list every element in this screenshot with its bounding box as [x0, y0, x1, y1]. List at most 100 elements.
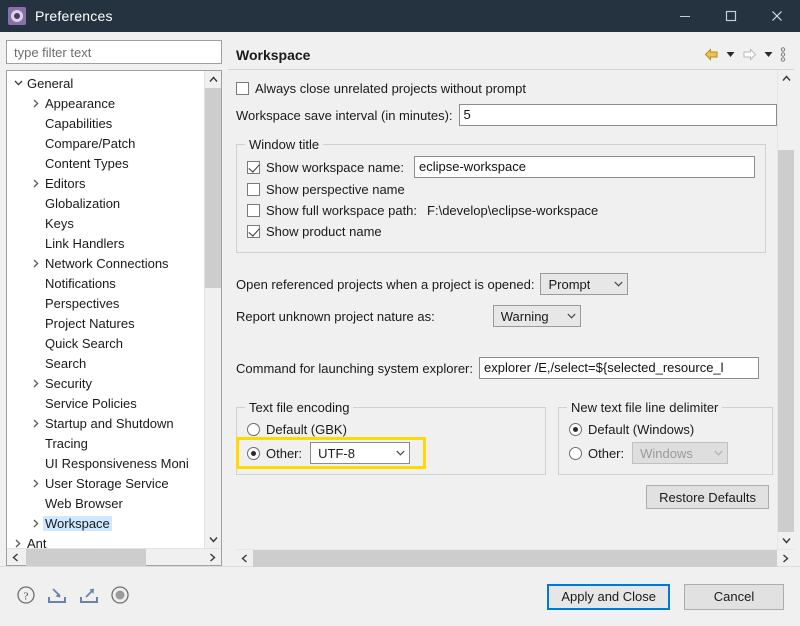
page-hscroll-thumb[interactable] — [253, 550, 777, 567]
sidebar-item-search[interactable]: Search — [7, 353, 204, 373]
scroll-up-icon[interactable] — [778, 70, 794, 87]
sidebar-item-service-policies[interactable]: Service Policies — [7, 393, 204, 413]
help-icon[interactable]: ? — [16, 585, 36, 608]
sidebar-item-ui-responsiveness-moni[interactable]: UI Responsiveness Moni — [7, 453, 204, 473]
save-interval-input[interactable]: 5 — [459, 104, 777, 126]
encoding-default-row[interactable]: Default (GBK) — [247, 418, 535, 440]
show-workspace-name-row[interactable]: Show workspace name: eclipse-workspace — [247, 155, 755, 179]
sidebar-item-general[interactable]: General — [7, 73, 204, 93]
sidebar-item-label: Link Handlers — [43, 236, 127, 251]
page-hscroll-track[interactable] — [253, 550, 777, 567]
sidebar-item-web-browser[interactable]: Web Browser — [7, 493, 204, 513]
delimiter-other-row[interactable]: Other: Windows — [569, 440, 762, 466]
sidebar-item-capabilities[interactable]: Capabilities — [7, 113, 204, 133]
sidebar-item-startup-and-shutdown[interactable]: Startup and Shutdown — [7, 413, 204, 433]
chevron-right-icon[interactable] — [29, 519, 43, 528]
encoding-other-dropdown[interactable]: UTF-8 — [310, 442, 410, 464]
chevron-right-icon[interactable] — [29, 379, 43, 388]
page-scroll-thumb[interactable] — [778, 150, 794, 532]
chevron-right-icon[interactable] — [29, 259, 43, 268]
sidebar-item-label: Web Browser — [43, 496, 125, 511]
delimiter-default-radio[interactable] — [569, 423, 582, 436]
sidebar-item-ant[interactable]: Ant — [7, 533, 204, 548]
show-perspective-name-row[interactable]: Show perspective name — [247, 179, 755, 200]
back-dropdown-icon[interactable] — [726, 51, 735, 58]
chevron-down-icon[interactable] — [11, 79, 25, 87]
apply-and-close-button[interactable]: Apply and Close — [547, 584, 670, 610]
scroll-right-icon[interactable] — [204, 553, 221, 562]
show-full-workspace-path-row[interactable]: Show full workspace path: F:\develop\ecl… — [247, 200, 755, 221]
dialog-footer: ? Apply and Close Cancel — [0, 566, 800, 626]
chevron-right-icon[interactable] — [29, 99, 43, 108]
tree-list[interactable]: GeneralAppearanceCapabilitiesCompare/Pat… — [7, 71, 204, 548]
scroll-left-icon[interactable] — [7, 553, 24, 562]
sidebar-item-compare-patch[interactable]: Compare/Patch — [7, 133, 204, 153]
sidebar-item-content-types[interactable]: Content Types — [7, 153, 204, 173]
sidebar-item-label: UI Responsiveness Moni — [43, 456, 191, 471]
view-menu-icon[interactable] — [780, 47, 786, 62]
sidebar-item-network-connections[interactable]: Network Connections — [7, 253, 204, 273]
page-scroll-track[interactable] — [778, 87, 794, 532]
tree-vertical-scrollbar[interactable] — [204, 71, 221, 548]
chevron-right-icon[interactable] — [29, 179, 43, 188]
tree-horizontal-scrollbar[interactable] — [7, 548, 221, 565]
delimiter-default-row[interactable]: Default (Windows) — [569, 418, 762, 440]
always-close-unrelated-row[interactable]: Always close unrelated projects without … — [236, 78, 777, 98]
filter-box[interactable] — [6, 40, 222, 64]
scroll-down-icon[interactable] — [778, 532, 794, 549]
show-full-workspace-path-checkbox[interactable] — [247, 204, 260, 217]
maximize-icon[interactable] — [708, 0, 754, 32]
sidebar-item-label: Ant — [25, 536, 49, 549]
search-input[interactable] — [12, 44, 216, 61]
scroll-right-icon[interactable] — [777, 554, 794, 563]
encoding-default-radio[interactable] — [247, 423, 260, 436]
encoding-other-radio[interactable] — [247, 447, 260, 460]
sidebar-item-quick-search[interactable]: Quick Search — [7, 333, 204, 353]
chevron-right-icon[interactable] — [29, 479, 43, 488]
sidebar-item-notifications[interactable]: Notifications — [7, 273, 204, 293]
show-product-name-checkbox[interactable] — [247, 225, 260, 238]
sidebar-item-project-natures[interactable]: Project Natures — [7, 313, 204, 333]
sidebar-item-workspace[interactable]: Workspace — [7, 513, 204, 533]
scroll-up-icon[interactable] — [205, 71, 221, 88]
show-perspective-name-checkbox[interactable] — [247, 183, 260, 196]
minimize-icon[interactable] — [662, 0, 708, 32]
open-referenced-dropdown[interactable]: Prompt — [540, 273, 628, 295]
sidebar-item-appearance[interactable]: Appearance — [7, 93, 204, 113]
tree-hscroll-thumb[interactable] — [26, 549, 146, 566]
tree-hscroll-track[interactable] — [24, 549, 204, 566]
sidebar-item-editors[interactable]: Editors — [7, 173, 204, 193]
delimiter-other-radio[interactable] — [569, 447, 582, 460]
system-explorer-input[interactable]: explorer /E,/select=${selected_resource_… — [479, 357, 759, 379]
import-icon[interactable] — [46, 585, 68, 608]
workspace-name-input[interactable]: eclipse-workspace — [414, 156, 755, 178]
page-vertical-scrollbar[interactable] — [777, 70, 794, 549]
always-close-unrelated-checkbox[interactable] — [236, 82, 249, 95]
scroll-left-icon[interactable] — [236, 554, 253, 563]
sidebar-item-perspectives[interactable]: Perspectives — [7, 293, 204, 313]
record-icon[interactable] — [110, 585, 130, 608]
sidebar-item-keys[interactable]: Keys — [7, 213, 204, 233]
report-unknown-nature-dropdown[interactable]: Warning — [493, 305, 581, 327]
sidebar-item-security[interactable]: Security — [7, 373, 204, 393]
scroll-down-icon[interactable] — [205, 531, 221, 548]
tree-scroll-thumb[interactable] — [205, 88, 221, 288]
export-icon[interactable] — [78, 585, 100, 608]
forward-dropdown-icon[interactable] — [764, 51, 773, 58]
tree-scroll-track[interactable] — [205, 88, 221, 531]
show-workspace-name-checkbox[interactable] — [247, 161, 260, 174]
encoding-other-row-highlight[interactable]: Other: UTF-8 — [239, 440, 423, 466]
sidebar-item-user-storage-service[interactable]: User Storage Service — [7, 473, 204, 493]
back-arrow-icon[interactable] — [704, 48, 719, 61]
sidebar-item-link-handlers[interactable]: Link Handlers — [7, 233, 204, 253]
sidebar-item-globalization[interactable]: Globalization — [7, 193, 204, 213]
show-product-name-row[interactable]: Show product name — [247, 221, 755, 242]
page-horizontal-scrollbar[interactable] — [236, 549, 794, 566]
chevron-down-icon — [396, 450, 405, 456]
cancel-button[interactable]: Cancel — [684, 584, 784, 610]
close-icon[interactable] — [754, 0, 800, 32]
chevron-right-icon[interactable] — [11, 539, 25, 548]
sidebar-item-tracing[interactable]: Tracing — [7, 433, 204, 453]
chevron-right-icon[interactable] — [29, 419, 43, 428]
restore-defaults-button[interactable]: Restore Defaults — [646, 485, 769, 509]
